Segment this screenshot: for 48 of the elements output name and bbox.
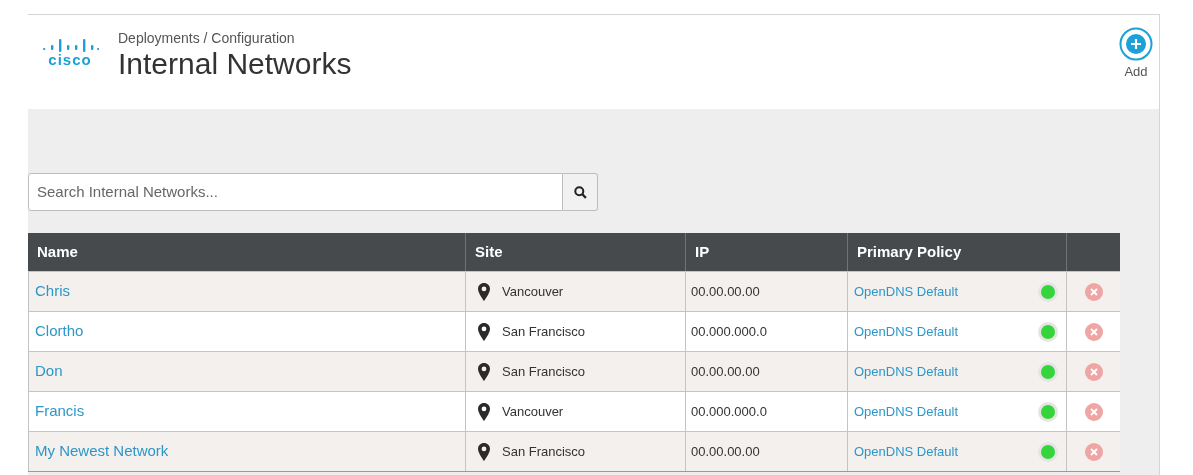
search-icon bbox=[573, 185, 587, 199]
location-pin-icon bbox=[478, 362, 490, 381]
page-title: Internal Networks bbox=[118, 47, 352, 81]
close-icon bbox=[1089, 447, 1098, 456]
delete-button[interactable] bbox=[1084, 322, 1103, 341]
policy-link[interactable]: OpenDNS Default bbox=[854, 281, 959, 302]
site-text: San Francisco bbox=[502, 442, 586, 461]
location-pin-icon bbox=[478, 282, 490, 301]
search-button[interactable] bbox=[563, 173, 598, 211]
add-icon bbox=[1119, 27, 1153, 61]
delete-button[interactable] bbox=[1084, 362, 1103, 381]
network-name-link[interactable]: My Newest Network bbox=[35, 440, 169, 463]
logo-bars-icon bbox=[41, 39, 99, 52]
site-text: San Francisco bbox=[502, 362, 586, 381]
ip-text: 00.000.000.0 bbox=[691, 322, 767, 341]
network-name-link[interactable]: Chris bbox=[35, 280, 70, 303]
site-text: Vancouver bbox=[502, 282, 564, 301]
logo-text: cisco bbox=[48, 52, 92, 68]
add-button[interactable]: Add bbox=[1119, 27, 1153, 80]
column-header[interactable]: IP bbox=[695, 240, 710, 264]
policy-link[interactable]: OpenDNS Default bbox=[854, 321, 959, 342]
delete-button[interactable] bbox=[1084, 402, 1103, 421]
column-header[interactable]: Primary Policy bbox=[857, 240, 962, 264]
close-icon bbox=[1089, 367, 1098, 376]
breadcrumb: Deployments / Configuration bbox=[118, 29, 296, 47]
close-icon bbox=[1089, 407, 1098, 416]
location-pin-icon bbox=[478, 322, 490, 341]
column-header[interactable]: Site bbox=[475, 240, 503, 264]
ip-text: 00.00.00.00 bbox=[691, 442, 760, 461]
network-name-link[interactable]: Francis bbox=[35, 400, 85, 423]
ip-text: 00.00.00.00 bbox=[691, 282, 760, 301]
delete-button[interactable] bbox=[1084, 282, 1103, 301]
policy-link[interactable]: OpenDNS Default bbox=[854, 401, 959, 422]
column-header[interactable]: Name bbox=[37, 240, 78, 264]
location-pin-icon bbox=[478, 442, 490, 461]
site-text: San Francisco bbox=[502, 322, 586, 341]
policy-link[interactable]: OpenDNS Default bbox=[854, 361, 959, 382]
site-text: Vancouver bbox=[502, 402, 564, 421]
delete-button[interactable] bbox=[1084, 442, 1103, 461]
policy-link[interactable]: OpenDNS Default bbox=[854, 441, 959, 462]
network-name-link[interactable]: Clortho bbox=[35, 320, 84, 343]
close-icon bbox=[1089, 287, 1098, 296]
network-name-link[interactable]: Don bbox=[35, 360, 63, 383]
location-pin-icon bbox=[478, 402, 490, 421]
search-field[interactable]: Search Internal Networks... bbox=[28, 173, 563, 211]
ip-text: 00.00.00.00 bbox=[691, 362, 760, 381]
close-icon bbox=[1089, 327, 1098, 336]
ip-text: 00.000.000.0 bbox=[691, 402, 767, 421]
